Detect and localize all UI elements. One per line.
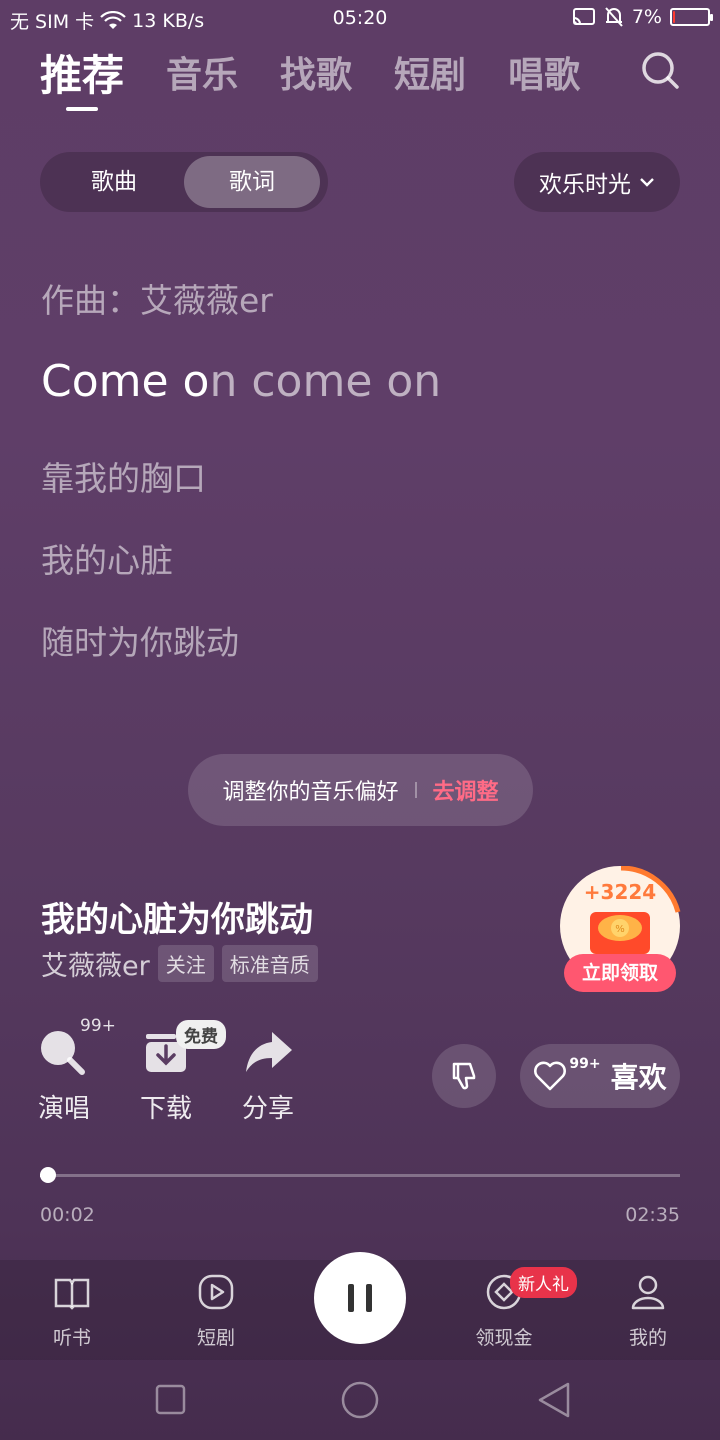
battery-level bbox=[673, 11, 675, 23]
search-icon[interactable] bbox=[638, 48, 682, 92]
mode-label: 欢乐时光 bbox=[539, 172, 631, 198]
back-icon[interactable] bbox=[538, 1382, 570, 1418]
lyric-composer: 作曲：艾薇薇er bbox=[41, 281, 273, 320]
preference-banner[interactable]: 调整你的音乐偏好 去调整 bbox=[188, 754, 533, 826]
top-tabs: 推荐 音乐 找歌 短剧 唱歌 bbox=[40, 42, 622, 111]
lyric-sung-part: Come o bbox=[41, 356, 210, 407]
tab-find-song[interactable]: 找歌 bbox=[280, 46, 352, 98]
follow-button[interactable]: 关注 bbox=[157, 945, 214, 982]
nav-mine-label: 我的 bbox=[628, 1327, 667, 1349]
home-icon[interactable] bbox=[341, 1381, 379, 1419]
total-time: 02:35 bbox=[625, 1204, 680, 1226]
dislike-button[interactable] bbox=[432, 1044, 496, 1108]
tab-music[interactable]: 音乐 bbox=[166, 46, 238, 98]
adjust-link[interactable]: 去调整 bbox=[433, 774, 499, 806]
nav-mine[interactable]: 我的 bbox=[598, 1272, 698, 1350]
like-label: 喜欢 bbox=[610, 1061, 667, 1094]
battery-icon bbox=[670, 8, 713, 26]
system-nav-bar bbox=[155, 1381, 570, 1419]
segment-lyrics[interactable]: 歌词 bbox=[184, 156, 320, 208]
thumbs-down-icon bbox=[452, 1062, 476, 1090]
share-label: 分享 bbox=[241, 1094, 294, 1124]
nav-earn-label: 领现金 bbox=[475, 1327, 533, 1349]
tab-sing[interactable]: 唱歌 bbox=[508, 46, 580, 98]
like-button[interactable]: 99+ 喜欢 bbox=[520, 1044, 680, 1108]
reward-amount: +3224 bbox=[583, 880, 657, 904]
lyric-unsung-part: n come on bbox=[209, 356, 442, 407]
preference-text: 调整你的音乐偏好 bbox=[222, 780, 399, 805]
quality-button[interactable]: 标准音质 bbox=[221, 945, 318, 982]
download-label: 下载 bbox=[139, 1094, 192, 1124]
nav-audiobook-label: 听书 bbox=[52, 1327, 91, 1349]
book-icon bbox=[54, 1278, 90, 1310]
play-circle-icon bbox=[198, 1274, 234, 1310]
heart-icon bbox=[534, 1061, 567, 1091]
recents-icon[interactable] bbox=[155, 1384, 186, 1415]
lyric-line: 随时为你跳动 bbox=[41, 623, 239, 662]
progress-bar[interactable] bbox=[40, 1167, 680, 1183]
reward-widget[interactable]: +3224 % 立即领取 bbox=[560, 866, 682, 992]
tab-short-drama[interactable]: 短剧 bbox=[394, 46, 466, 98]
mute-bell-icon bbox=[605, 7, 623, 27]
status-right: 7% bbox=[572, 6, 713, 28]
svg-text:%: % bbox=[615, 924, 625, 935]
battery-text: 7% bbox=[631, 6, 662, 28]
pause-button[interactable] bbox=[314, 1252, 406, 1344]
sing-count: 99+ bbox=[80, 1016, 116, 1036]
current-time: 00:02 bbox=[40, 1204, 95, 1226]
share-button[interactable]: 分享 bbox=[228, 1028, 308, 1125]
user-icon bbox=[631, 1275, 665, 1310]
view-segment: 歌曲 歌词 bbox=[40, 152, 328, 212]
chevron-down-icon bbox=[640, 178, 654, 187]
lyric-line: 我的心脏 bbox=[41, 541, 173, 580]
tab-recommend[interactable]: 推荐 bbox=[40, 42, 124, 111]
share-icon bbox=[246, 1032, 292, 1072]
nav-short-drama-label: 短剧 bbox=[196, 1327, 235, 1349]
song-meta: 艾薇薇er 关注 标准音质 bbox=[41, 944, 318, 983]
red-envelope-icon: % bbox=[590, 912, 650, 954]
mode-dropdown[interactable]: 欢乐时光 bbox=[514, 152, 680, 212]
lyric-current-line: Come on come on bbox=[41, 356, 441, 407]
cast-icon bbox=[572, 8, 595, 25]
sing-button[interactable]: 演唱 bbox=[24, 1028, 104, 1125]
newcomer-gift-badge: 新人礼 bbox=[510, 1267, 577, 1298]
progress-knob[interactable] bbox=[40, 1167, 57, 1183]
segment-songs[interactable]: 歌曲 bbox=[46, 156, 182, 208]
nav-audiobook[interactable]: 听书 bbox=[22, 1272, 122, 1350]
like-count: 99+ bbox=[569, 1056, 601, 1072]
free-badge: 免费 bbox=[176, 1020, 226, 1049]
pause-icon bbox=[366, 1284, 372, 1312]
pause-icon bbox=[348, 1284, 354, 1312]
nav-short-drama[interactable]: 短剧 bbox=[166, 1272, 266, 1350]
artist-name[interactable]: 艾薇薇er bbox=[41, 944, 150, 983]
lyric-line: 靠我的胸口 bbox=[41, 459, 206, 498]
status-bar: 无 SIM 卡 13 KB/s 05:20 7% bbox=[0, 0, 720, 38]
divider bbox=[414, 782, 417, 798]
sing-label: 演唱 bbox=[37, 1094, 90, 1124]
song-title: 我的心脏为你跳动 bbox=[41, 900, 313, 940]
claim-button[interactable]: 立即领取 bbox=[564, 954, 676, 992]
